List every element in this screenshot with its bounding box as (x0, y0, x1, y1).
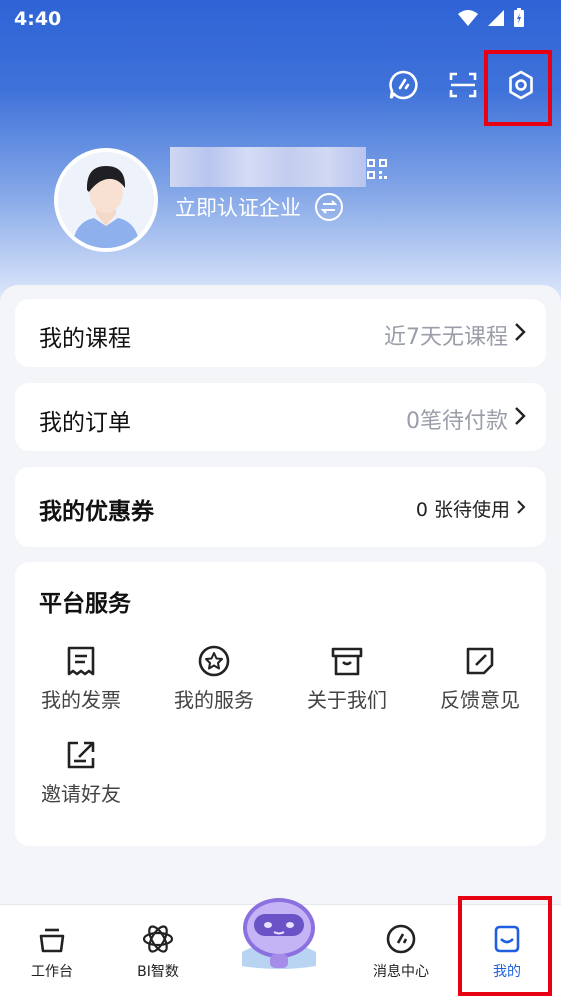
service-label: 我的服务 (174, 688, 254, 712)
invoice-icon (64, 644, 98, 678)
chevron-right-icon (514, 322, 526, 348)
service-about-us[interactable]: 关于我们 (287, 644, 407, 713)
store-icon (330, 644, 364, 678)
qr-code-icon[interactable] (366, 158, 388, 180)
tab-workbench[interactable]: 工作台 (12, 923, 92, 981)
status-bar: 4:40 (0, 0, 561, 38)
scan-icon (447, 69, 479, 105)
chevron-right-icon (514, 406, 526, 432)
chevron-right-icon (516, 498, 526, 520)
username-redacted (170, 147, 366, 187)
service-label: 邀请好友 (41, 782, 121, 806)
switch-icon (315, 193, 343, 221)
settings-highlight (484, 50, 552, 126)
tab-bi[interactable]: BI智数 (118, 923, 198, 981)
service-my-services[interactable]: 我的服务 (154, 644, 274, 713)
cert-label: 立即认证企业 (175, 196, 301, 220)
customer-service-button[interactable] (380, 64, 426, 110)
star-circle-icon (197, 644, 231, 678)
service-invoice[interactable]: 我的发票 (21, 644, 141, 713)
atom-icon (142, 923, 174, 955)
service-label: 关于我们 (307, 688, 387, 712)
share-icon (64, 738, 98, 772)
row-title: 我的课程 (39, 326, 131, 352)
edit-icon (463, 644, 497, 678)
service-feedback[interactable]: 反馈意见 (420, 644, 540, 713)
tab-label: BI智数 (137, 964, 179, 980)
platform-services-card: 平台服务 我的发票 我的服务 关于我们 反馈意见 邀请好友 (15, 562, 546, 846)
service-label: 反馈意见 (440, 688, 520, 712)
avatar[interactable] (54, 148, 158, 252)
message-icon (385, 923, 417, 955)
certify-enterprise-link[interactable]: 立即认证企业 (175, 192, 343, 222)
service-invite-friends[interactable]: 邀请好友 (21, 738, 141, 807)
row-status: 0笔待付款 (406, 409, 508, 434)
tab-label: 工作台 (31, 964, 73, 980)
row-title: 我的订单 (39, 410, 131, 436)
chat-bubble-icon (387, 69, 419, 105)
workbench-icon (36, 923, 68, 955)
status-time: 4:40 (14, 8, 62, 30)
wifi-icon (457, 9, 479, 31)
content-panel: 我的课程 近7天无课程 我的订单 0笔待付款 我的优惠券 0 张待使用 平台服务… (0, 285, 561, 905)
scan-button[interactable] (440, 64, 486, 110)
tab-mine-highlight (458, 896, 552, 996)
row-title: 我的优惠券 (39, 499, 154, 525)
my-coupons-row[interactable]: 我的优惠券 0 张待使用 (15, 467, 546, 547)
my-courses-row[interactable]: 我的课程 近7天无课程 (15, 299, 546, 367)
section-title: 平台服务 (39, 591, 131, 617)
ai-assistant-button[interactable] (232, 892, 326, 972)
row-status: 0 张待使用 (415, 499, 510, 521)
tab-messages[interactable]: 消息中心 (361, 923, 441, 981)
row-status: 近7天无课程 (384, 325, 508, 350)
my-orders-row[interactable]: 我的订单 0笔待付款 (15, 383, 546, 451)
battery-icon (513, 8, 525, 32)
signal-icon (487, 9, 505, 31)
service-label: 我的发票 (41, 688, 121, 712)
tab-label: 消息中心 (373, 964, 429, 980)
